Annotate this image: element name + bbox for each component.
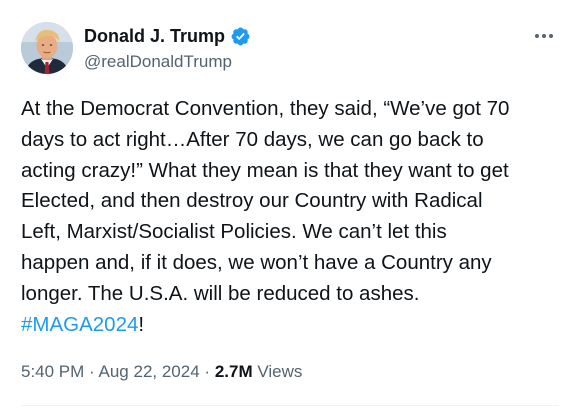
profile-photo xyxy=(21,22,73,74)
tweet-trailing: ! xyxy=(138,312,145,336)
more-options-button[interactable] xyxy=(530,26,558,46)
meta-separator: · xyxy=(204,362,211,381)
more-options-icon xyxy=(535,34,553,38)
divider xyxy=(21,405,559,406)
views-count: 2.7M xyxy=(214,362,253,381)
author-display-name[interactable]: Donald J. Trump xyxy=(84,24,225,48)
avatar[interactable] xyxy=(21,22,73,74)
meta-separator: · xyxy=(89,362,95,381)
author-handle[interactable]: @realDonaldTrump xyxy=(84,51,232,73)
tweet-date[interactable]: Aug 22, 2024 xyxy=(99,362,200,381)
tweet-time[interactable]: 5:40 PM xyxy=(21,362,84,381)
hashtag-link[interactable]: #MAGA2024 xyxy=(21,313,138,336)
author-name-row: Donald J. Trump xyxy=(84,24,251,48)
tweet-body: At the Democrat Convention, they said, “… xyxy=(21,97,510,305)
views-label: Views xyxy=(257,362,303,381)
tweet-meta: 5:40 PM · Aug 22, 2024 · 2.7M Views xyxy=(21,361,302,383)
tweet-text: At the Democrat Convention, they said, “… xyxy=(21,94,561,340)
verified-badge-icon[interactable] xyxy=(230,26,251,47)
tweet: Donald J. Trump @realDonaldTrump At the … xyxy=(0,0,580,410)
